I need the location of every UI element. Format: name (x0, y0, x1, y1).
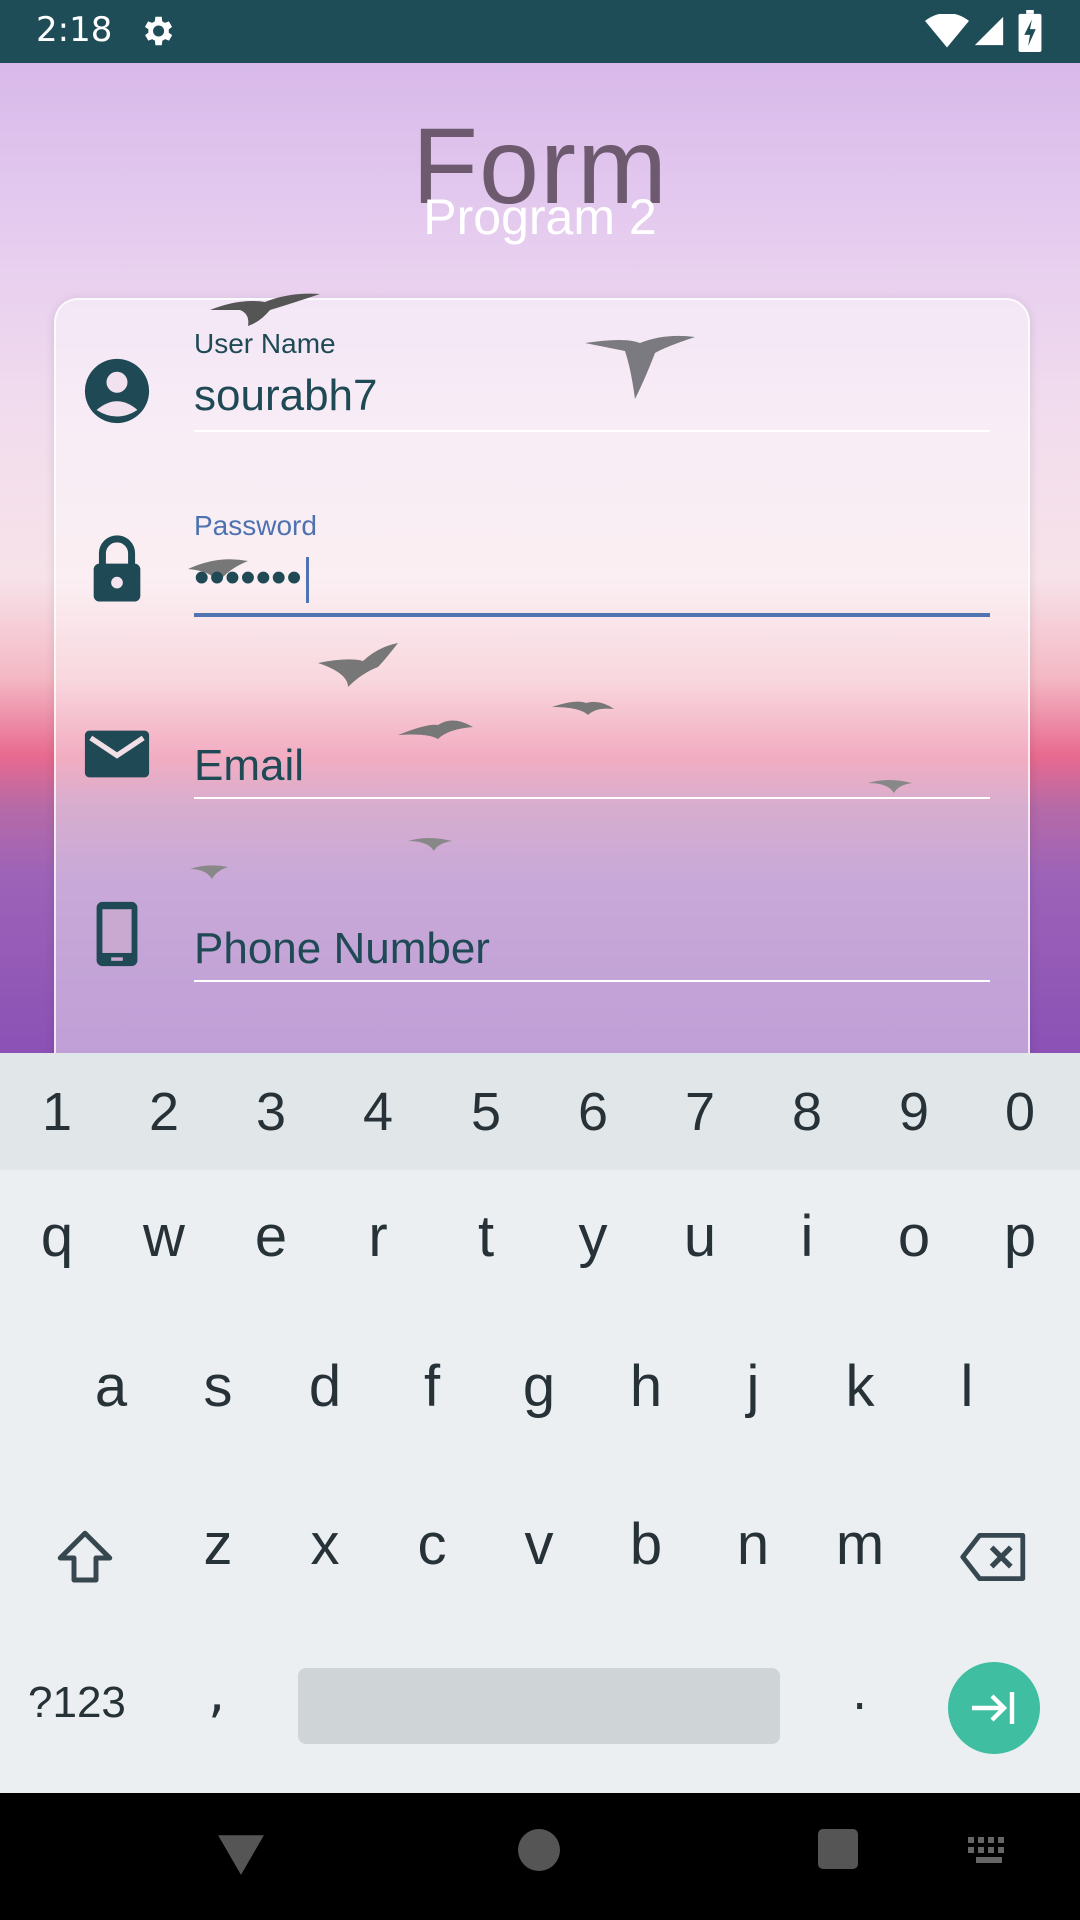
key-v[interactable]: v (499, 1511, 579, 1578)
username-label: User Name (194, 328, 336, 359)
key-f[interactable]: f (392, 1353, 472, 1420)
cell-signal-icon (974, 16, 1004, 46)
username-input[interactable]: sourabh7 (194, 371, 377, 421)
comma-key[interactable]: , (208, 1661, 225, 1724)
bird-silhouette (868, 780, 912, 793)
lock-icon (93, 535, 141, 602)
key-h[interactable]: h (606, 1353, 686, 1420)
smartphone-icon (96, 901, 138, 967)
settings-gear-icon (144, 16, 173, 46)
system-navigation-bar (0, 1793, 1080, 1920)
key-9[interactable]: 9 (874, 1081, 954, 1143)
key-z[interactable]: z (178, 1511, 258, 1578)
key-d[interactable]: d (285, 1353, 365, 1420)
clock: 2:18 (36, 10, 113, 50)
space-bar[interactable] (298, 1668, 780, 1744)
key-x[interactable]: x (285, 1511, 365, 1578)
battery-charging-icon (1018, 10, 1042, 52)
phone-number-input[interactable]: Phone Number (194, 924, 490, 974)
tab-next-arrow-icon (972, 1692, 1015, 1724)
key-8[interactable]: 8 (767, 1081, 847, 1143)
key-u[interactable]: u (660, 1203, 740, 1270)
key-e[interactable]: e (231, 1203, 311, 1270)
key-a[interactable]: a (71, 1353, 151, 1420)
key-c[interactable]: c (392, 1511, 472, 1578)
email-input[interactable]: Email (194, 741, 304, 791)
key-n[interactable]: n (713, 1511, 793, 1578)
key-s[interactable]: s (178, 1353, 258, 1420)
password-underline (194, 613, 990, 617)
key-3[interactable]: 3 (231, 1081, 311, 1143)
key-1[interactable]: 1 (17, 1081, 97, 1143)
key-m[interactable]: m (820, 1511, 900, 1578)
email-envelope-icon (84, 730, 150, 778)
key-j[interactable]: j (713, 1353, 793, 1420)
account-circle-icon (84, 358, 150, 424)
password-label: Password (194, 510, 317, 541)
page-subtitle: Program 2 (423, 189, 657, 245)
key-r[interactable]: r (338, 1203, 418, 1270)
keyboard-switch-icon[interactable] (968, 1837, 1012, 1865)
key-l[interactable]: l (927, 1353, 1007, 1420)
key-b[interactable]: b (606, 1511, 686, 1578)
password-value: ••••••• (194, 553, 302, 602)
key-0[interactable]: 0 (980, 1081, 1060, 1143)
key-p[interactable]: p (980, 1203, 1060, 1270)
key-4[interactable]: 4 (338, 1081, 418, 1143)
backspace-key-icon[interactable] (958, 1527, 1030, 1587)
back-triangle-icon[interactable] (216, 1831, 266, 1877)
key-o[interactable]: o (874, 1203, 954, 1270)
soft-keyboard: 1 2 3 4 5 6 7 8 9 0 q w e r t y u i o p … (0, 1053, 1080, 1793)
key-q[interactable]: q (17, 1203, 97, 1270)
key-6[interactable]: 6 (553, 1081, 633, 1143)
username-underline (194, 430, 990, 432)
key-7[interactable]: 7 (660, 1081, 740, 1143)
symbols-key[interactable]: ?123 (28, 1678, 126, 1728)
key-g[interactable]: g (499, 1353, 579, 1420)
bird-silhouette (408, 838, 452, 851)
status-bar: 2:18 (0, 0, 1080, 63)
bird-silhouette (552, 701, 614, 715)
bird-silhouette (210, 293, 320, 326)
key-y[interactable]: y (553, 1203, 633, 1270)
recents-square-icon[interactable] (818, 1829, 858, 1869)
email-underline (194, 797, 990, 799)
wifi-icon (925, 14, 969, 48)
background-sunset-scene: Form Program 2 User Name sourabh7 Passwo… (0, 63, 1080, 1053)
bird-silhouette (190, 865, 228, 879)
key-w[interactable]: w (124, 1203, 204, 1270)
key-2[interactable]: 2 (124, 1081, 204, 1143)
bird-silhouette (398, 720, 473, 739)
key-t[interactable]: t (446, 1203, 526, 1270)
key-k[interactable]: k (820, 1353, 900, 1420)
home-circle-icon[interactable] (518, 1829, 560, 1871)
next-field-key[interactable] (948, 1662, 1040, 1754)
bird-silhouette (585, 335, 695, 399)
period-key[interactable]: . (852, 1665, 867, 1721)
shift-key-icon[interactable] (52, 1525, 118, 1591)
text-cursor (305, 557, 309, 604)
key-5[interactable]: 5 (446, 1081, 526, 1143)
bird-silhouette (318, 643, 398, 687)
key-i[interactable]: i (767, 1203, 847, 1270)
password-input[interactable]: ••••••• (194, 553, 309, 604)
phone-underline (194, 980, 990, 982)
